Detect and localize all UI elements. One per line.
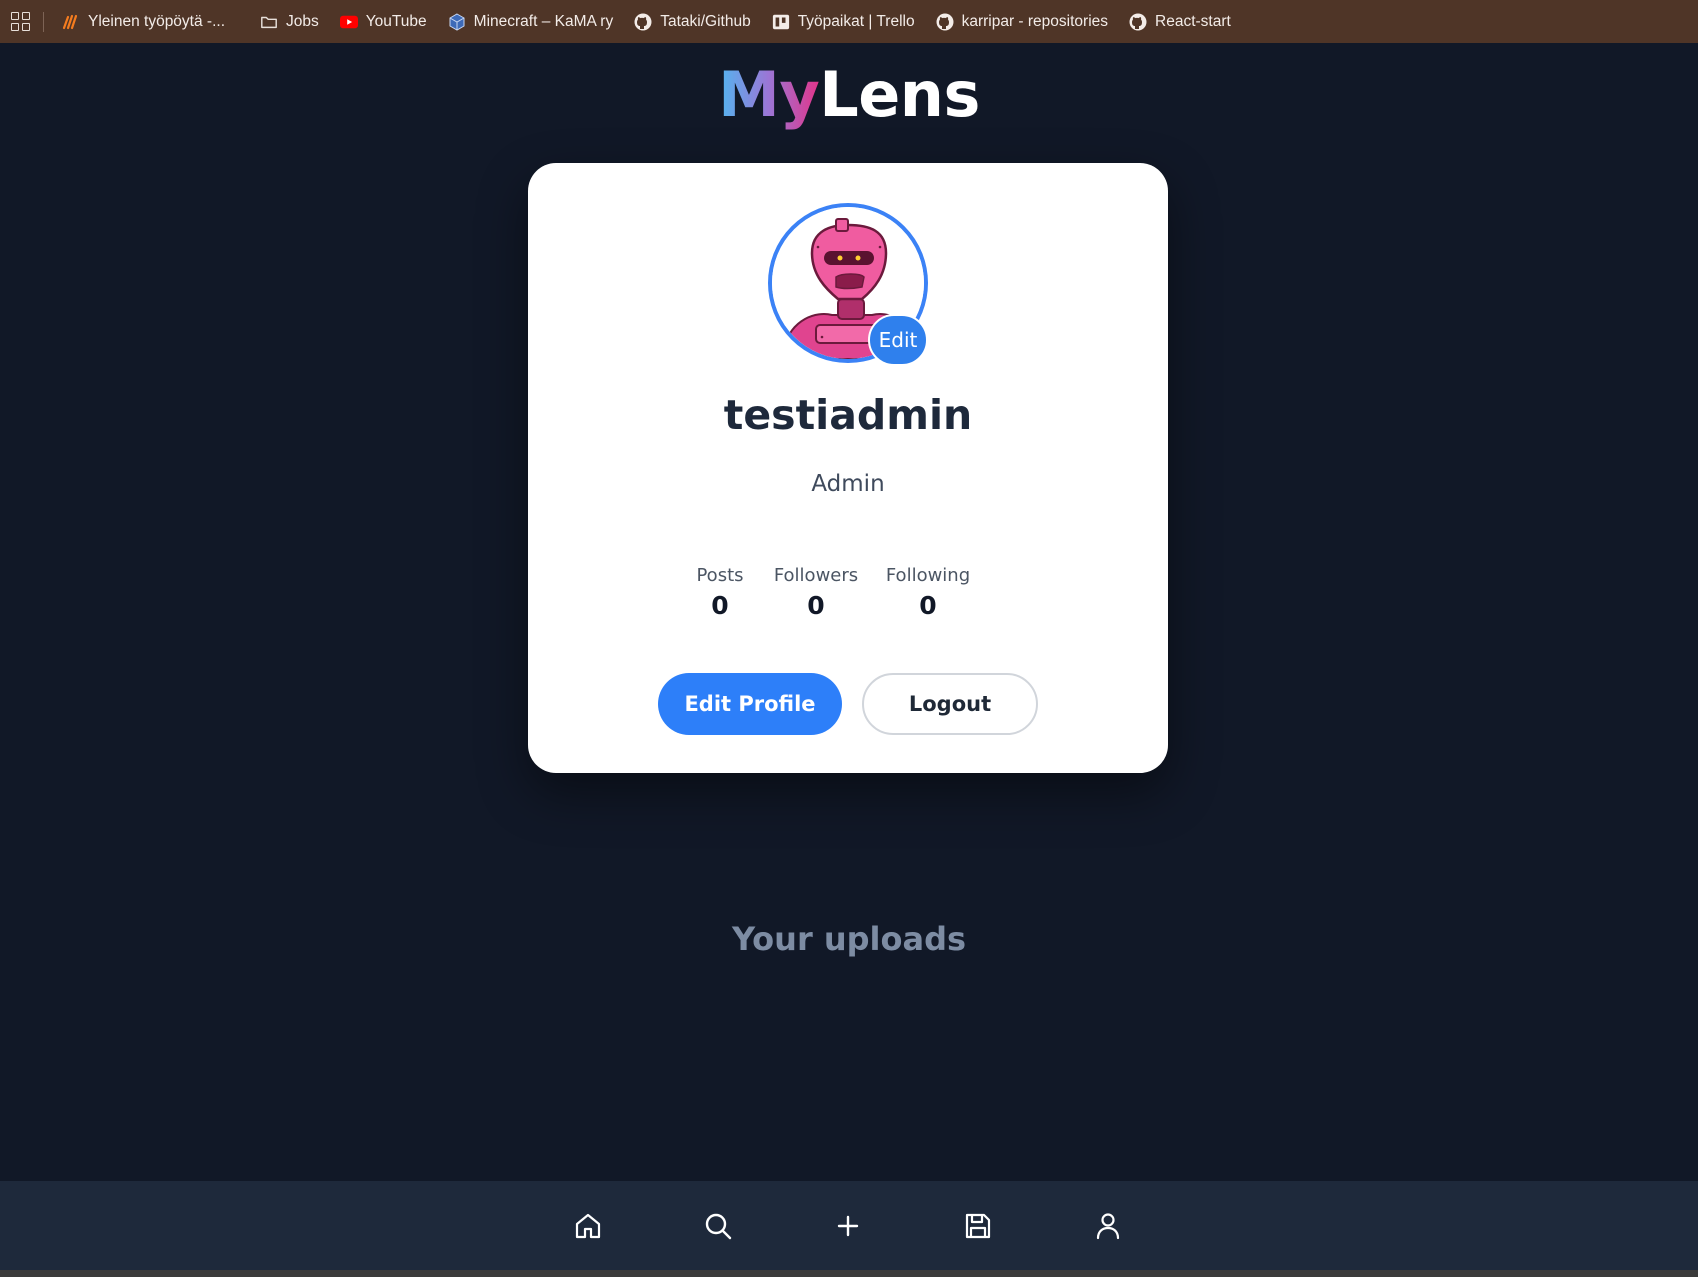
save-icon <box>965 1213 991 1239</box>
nav-search-button[interactable] <box>703 1211 733 1241</box>
bookmark-minecraft-kama[interactable]: Minecraft – KaMA ry <box>448 12 614 31</box>
bookmark-label: Minecraft – KaMA ry <box>473 12 614 30</box>
stat-label: Followers <box>773 565 859 586</box>
stat-value: 0 <box>711 591 729 620</box>
bookmark-youtube[interactable]: YouTube <box>339 12 427 31</box>
bookmark-karripar-repositories[interactable]: karripar - repositories <box>936 13 1108 31</box>
bookmark-jobs[interactable]: Jobs <box>260 13 319 31</box>
github-icon <box>1129 13 1147 31</box>
avatar-edit-label: Edit <box>878 328 918 352</box>
youtube-icon <box>339 13 358 31</box>
trello-icon <box>772 13 790 31</box>
logout-button[interactable]: Logout <box>862 673 1038 735</box>
bottom-nav <box>0 1181 1698 1270</box>
bookmark-tataki-github[interactable]: Tataki/Github <box>634 12 751 31</box>
stat-posts: Posts 0 <box>690 565 750 620</box>
bookmark-label: Työpaikat | Trello <box>797 12 915 30</box>
github-icon <box>634 13 652 31</box>
bookmark-label: Jobs <box>286 12 319 30</box>
profile-username: testiadmin <box>723 391 973 439</box>
stat-following: Following 0 <box>878 565 978 620</box>
nav-home-button[interactable] <box>573 1211 603 1241</box>
github-icon <box>936 13 954 31</box>
user-icon <box>1096 1213 1120 1240</box>
bookmark-react-start[interactable]: React-start <box>1129 13 1231 31</box>
moodle-icon <box>62 13 80 31</box>
home-icon <box>575 1213 601 1239</box>
stat-label: Following <box>885 565 971 586</box>
nav-add-button[interactable] <box>833 1211 863 1241</box>
bookmarks-separator <box>43 11 44 32</box>
logo-lens: Lens <box>819 58 980 131</box>
bookmark-label: Yleinen työpöytä -... <box>88 12 225 30</box>
logo-my: My <box>718 58 820 131</box>
bookmarks-bar: Yleinen työpöytä -... Jobs YouTube Minec… <box>0 0 1698 43</box>
stat-followers: Followers 0 <box>766 565 866 620</box>
avatar-container: Edit <box>768 203 930 366</box>
cube-icon <box>448 12 466 31</box>
folder-icon <box>260 13 278 31</box>
nav-saved-button[interactable] <box>963 1211 993 1241</box>
nav-profile-button[interactable] <box>1093 1211 1123 1241</box>
bookmark-yleinen-tyopoyta[interactable]: Yleinen työpöytä -... <box>62 13 225 31</box>
app-logo[interactable]: MyLens <box>0 58 1698 131</box>
apps-grid-icon[interactable] <box>11 11 31 32</box>
bookmark-label: Tataki/Github <box>660 12 751 30</box>
bookmark-label: React-start <box>1155 12 1231 30</box>
profile-role: Admin <box>811 471 885 497</box>
stat-value: 0 <box>919 591 937 620</box>
stat-value: 0 <box>807 591 825 620</box>
search-icon <box>705 1213 732 1240</box>
bottom-border <box>0 1270 1698 1277</box>
edit-profile-button[interactable]: Edit Profile <box>658 673 842 735</box>
bookmark-trello[interactable]: Työpaikat | Trello <box>772 13 915 31</box>
bookmark-label: YouTube <box>365 12 427 30</box>
plus-icon <box>837 1215 859 1237</box>
stat-label: Posts <box>696 565 744 586</box>
avatar-edit-button[interactable]: Edit <box>868 314 928 366</box>
profile-card: Edit testiadmin Admin Posts 0 Followers … <box>528 163 1168 773</box>
bookmark-label: karripar - repositories <box>961 12 1109 30</box>
uploads-heading: Your uploads <box>731 920 967 958</box>
